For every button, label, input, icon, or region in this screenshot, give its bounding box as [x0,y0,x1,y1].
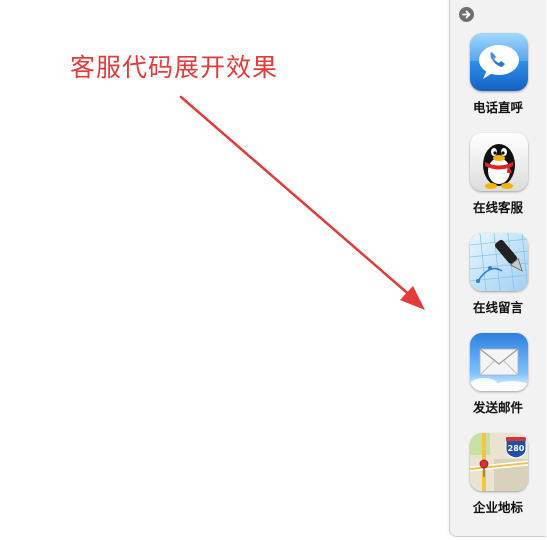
qq-penguin-icon [470,133,528,191]
online-message-label: 在线留言 [472,300,523,315]
call-direct-label: 电话直呼 [472,100,523,115]
call-direct-item[interactable]: 电话直呼 [450,33,546,133]
company-location-item[interactable]: 280 企业地标 [450,433,546,533]
mail-envelope-icon [470,333,528,391]
fountain-pen-icon [470,233,528,291]
send-email-label: 发送邮件 [472,400,523,415]
online-service-label: 在线客服 [472,200,523,215]
customer-service-panel: 电话直呼 在线客服 在线留言 发送邮件 280 企业地标 [449,0,546,537]
page-headline: 客服代码展开效果 [70,53,279,82]
online-message-item[interactable]: 在线留言 [450,233,546,333]
phone-bubble-icon [470,33,528,91]
send-email-item[interactable]: 发送邮件 [450,333,546,433]
arrow-right-icon [462,10,471,19]
highway-shield-number: 280 [508,444,525,453]
company-location-label: 企业地标 [472,500,523,515]
collapse-panel-button[interactable] [459,7,474,22]
online-service-item[interactable]: 在线客服 [450,133,546,233]
map-pin-icon: 280 [470,433,528,491]
